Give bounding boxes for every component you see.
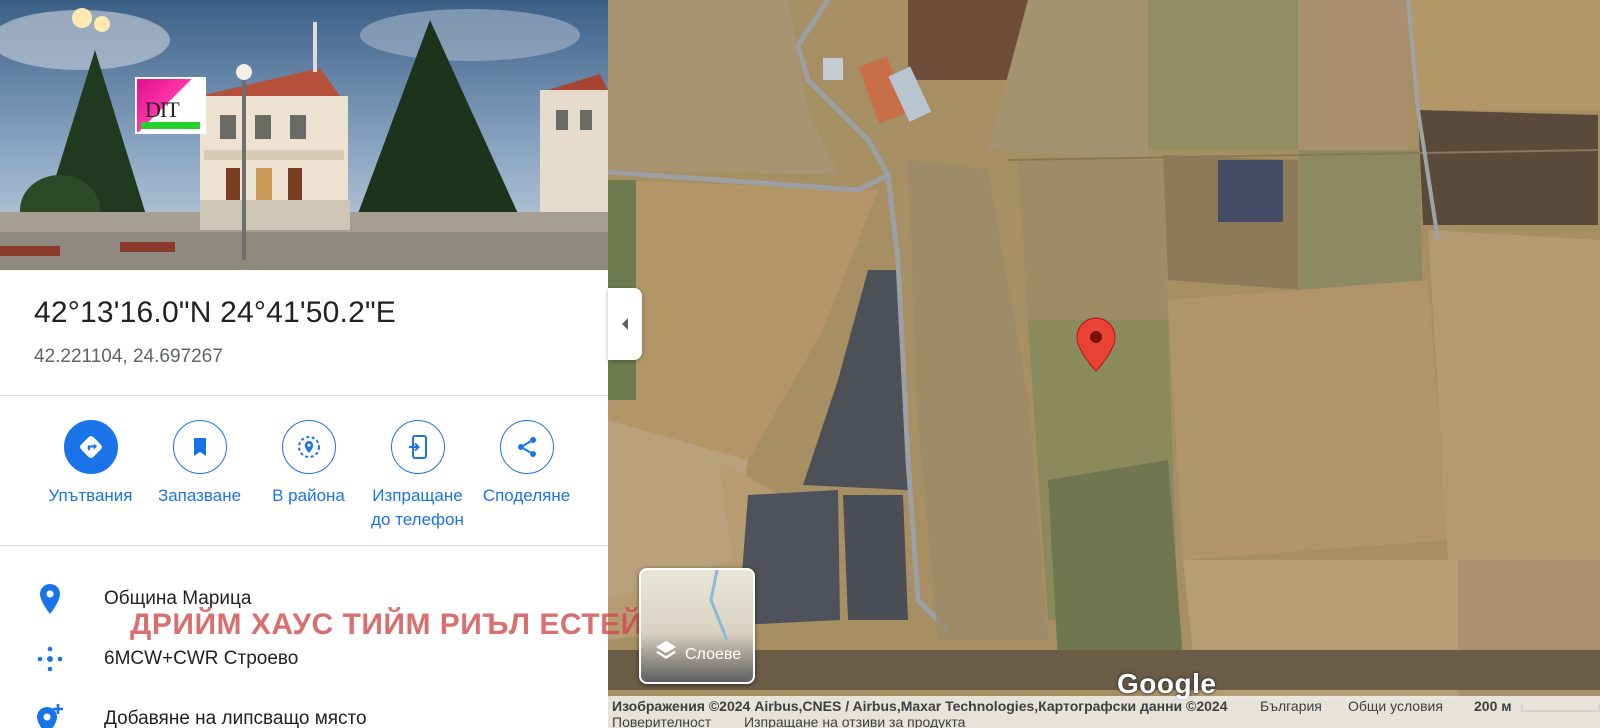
scale-label[interactable]: 200 м: [1474, 698, 1512, 714]
layers-button[interactable]: Слоеве: [639, 568, 755, 684]
save-label: Запазване: [157, 486, 242, 505]
country-label: България: [1260, 698, 1322, 714]
share-icon: [517, 437, 536, 457]
attribution-bar: Изображения ©2024 Airbus,CNES / Airbus,M…: [608, 696, 1600, 728]
agency-watermark: ДРИЙМ ХАУС ТИЙМ РИЪЛ ЕСТЕЙТ: [130, 608, 662, 641]
layers-icon: [655, 639, 677, 666]
chevron-left-icon: [622, 318, 628, 330]
divider: [0, 395, 608, 396]
directions-label: Упътвания: [48, 486, 133, 505]
nearby-label: В района: [272, 486, 345, 505]
terms-link[interactable]: Общи условия: [1348, 698, 1443, 714]
add-location-icon: [37, 704, 63, 728]
nearby-button[interactable]: В района: [254, 420, 363, 532]
divider: [0, 545, 608, 546]
imagery-attribution: Изображения ©2024 Airbus,CNES / Airbus,M…: [612, 698, 1228, 714]
privacy-link[interactable]: Поверителност: [612, 714, 711, 728]
place-photo[interactable]: DIT: [0, 0, 608, 270]
send-to-phone-label: Изпращане до телефон: [371, 486, 464, 529]
place-title: 42°13'16.0"N 24°41'50.2"E: [34, 296, 397, 329]
send-to-phone-button[interactable]: Изпращане до телефон: [363, 420, 472, 532]
bookmark-icon: [193, 438, 206, 456]
action-bar: Упътвания Запазване В района Изпращане д…: [36, 420, 581, 532]
save-button[interactable]: Запазване: [145, 420, 254, 532]
feedback-link[interactable]: Изпращане на отзиви за продукта: [744, 714, 965, 728]
nearby-icon: [297, 436, 320, 458]
share-label: Споделяне: [482, 486, 571, 505]
decimal-coordinates: 42.221104, 24.697267: [34, 346, 223, 367]
directions-icon: [79, 436, 102, 458]
directions-button[interactable]: Упътвания: [36, 420, 145, 532]
address-text: Община Марица: [104, 588, 252, 609]
agency-logo: DIT: [135, 77, 206, 134]
collapse-panel-button[interactable]: [608, 288, 642, 360]
plus-code-text: 6MCW+CWR Строево: [104, 648, 299, 669]
location-pin-icon: [40, 584, 60, 614]
share-button[interactable]: Споделяне: [472, 420, 581, 532]
satellite-map[interactable]: [608, 0, 1600, 728]
send-to-phone-icon: [408, 435, 427, 459]
add-place-text: Добавяне на липсващо място: [104, 708, 367, 728]
layers-label: Слоеве: [685, 646, 742, 663]
add-place-row[interactable]: Добавяне на липсващо място: [0, 693, 608, 728]
plus-code-icon: [37, 646, 63, 672]
